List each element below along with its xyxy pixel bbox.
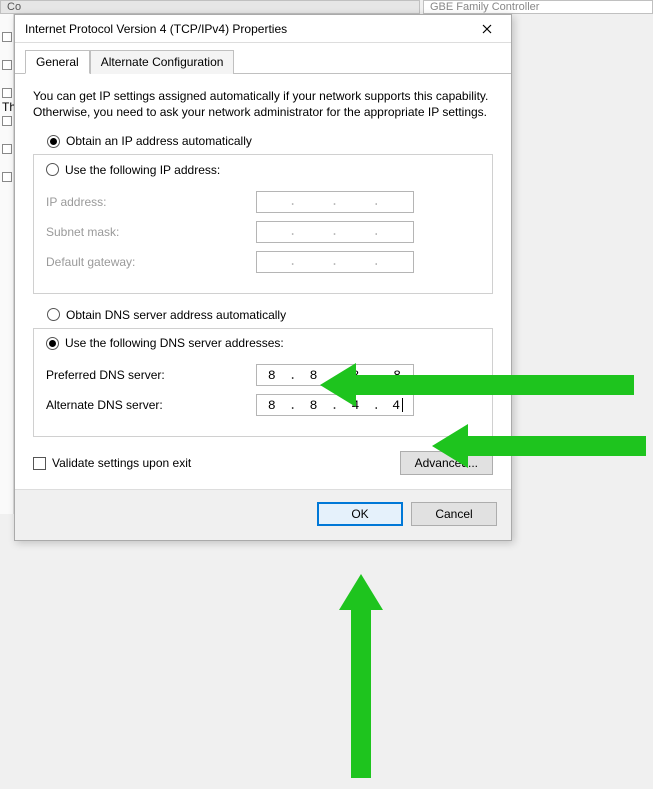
background-window-titlebar-fragment: Co [0,0,420,14]
preferred-dns-input[interactable]: 8. 8. 8. 8 [256,364,414,386]
ip-manual-group: Use the following IP address: IP address… [33,154,493,294]
close-icon [482,24,492,34]
radio-label: Obtain an IP address automatically [66,134,252,148]
dialog-button-row: OK Cancel [15,489,511,540]
cancel-button[interactable]: Cancel [411,502,497,526]
radio-use-following-ip[interactable]: Use the following IP address: [46,163,226,177]
annotation-arrow-ok-button [339,574,383,774]
radio-icon [47,308,60,321]
subnet-mask-label: Subnet mask: [46,225,256,239]
radio-label: Use the following DNS server addresses: [65,336,284,350]
checkbox-icon [33,457,46,470]
tab-alternate-configuration[interactable]: Alternate Configuration [90,50,235,74]
checkbox-label: Validate settings upon exit [52,456,191,470]
row-subnet-mask: Subnet mask: ... [46,221,480,243]
background-left-strip [0,14,14,514]
ipv4-properties-dialog: Internet Protocol Version 4 (TCP/IPv4) P… [14,14,512,541]
radio-icon [46,163,59,176]
titlebar[interactable]: Internet Protocol Version 4 (TCP/IPv4) P… [15,15,511,43]
alternate-dns-label: Alternate DNS server: [46,398,256,412]
row-ip-address: IP address: ... [46,191,480,213]
ip-address-input: ... [256,191,414,213]
advanced-button[interactable]: Advanced... [400,451,493,475]
dialog-title: Internet Protocol Version 4 (TCP/IPv4) P… [25,22,467,36]
default-gateway-label: Default gateway: [46,255,256,269]
radio-use-following-dns[interactable]: Use the following DNS server addresses: [46,336,290,350]
alternate-dns-input[interactable]: 8. 8. 4. 4 [256,394,414,416]
ok-button[interactable]: OK [317,502,403,526]
close-button[interactable] [467,17,507,41]
background-adapter-name-fragment: GBE Family Controller [423,0,653,14]
row-alternate-dns: Alternate DNS server: 8. 8. 4. 4 [46,394,480,416]
tab-general[interactable]: General [25,50,90,74]
radio-obtain-ip-automatically[interactable]: Obtain an IP address automatically [47,134,493,148]
tabstrip: General Alternate Configuration [15,43,511,74]
text-cursor [402,398,403,412]
tab-body-general: You can get IP settings assigned automat… [15,74,511,489]
preferred-dns-label: Preferred DNS server: [46,368,256,382]
radio-label: Obtain DNS server address automatically [66,308,286,322]
radio-icon [47,135,60,148]
default-gateway-input: ... [256,251,414,273]
row-default-gateway: Default gateway: ... [46,251,480,273]
description-text: You can get IP settings assigned automat… [33,88,493,120]
ip-address-label: IP address: [46,195,256,209]
radio-icon [46,337,59,350]
radio-label: Use the following IP address: [65,163,220,177]
subnet-mask-input: ... [256,221,414,243]
dns-manual-group: Use the following DNS server addresses: … [33,328,493,438]
checkbox-validate-settings[interactable]: Validate settings upon exit [33,456,191,470]
row-preferred-dns: Preferred DNS server: 8. 8. 8. 8 [46,364,480,386]
radio-obtain-dns-automatically[interactable]: Obtain DNS server address automatically [47,308,493,322]
